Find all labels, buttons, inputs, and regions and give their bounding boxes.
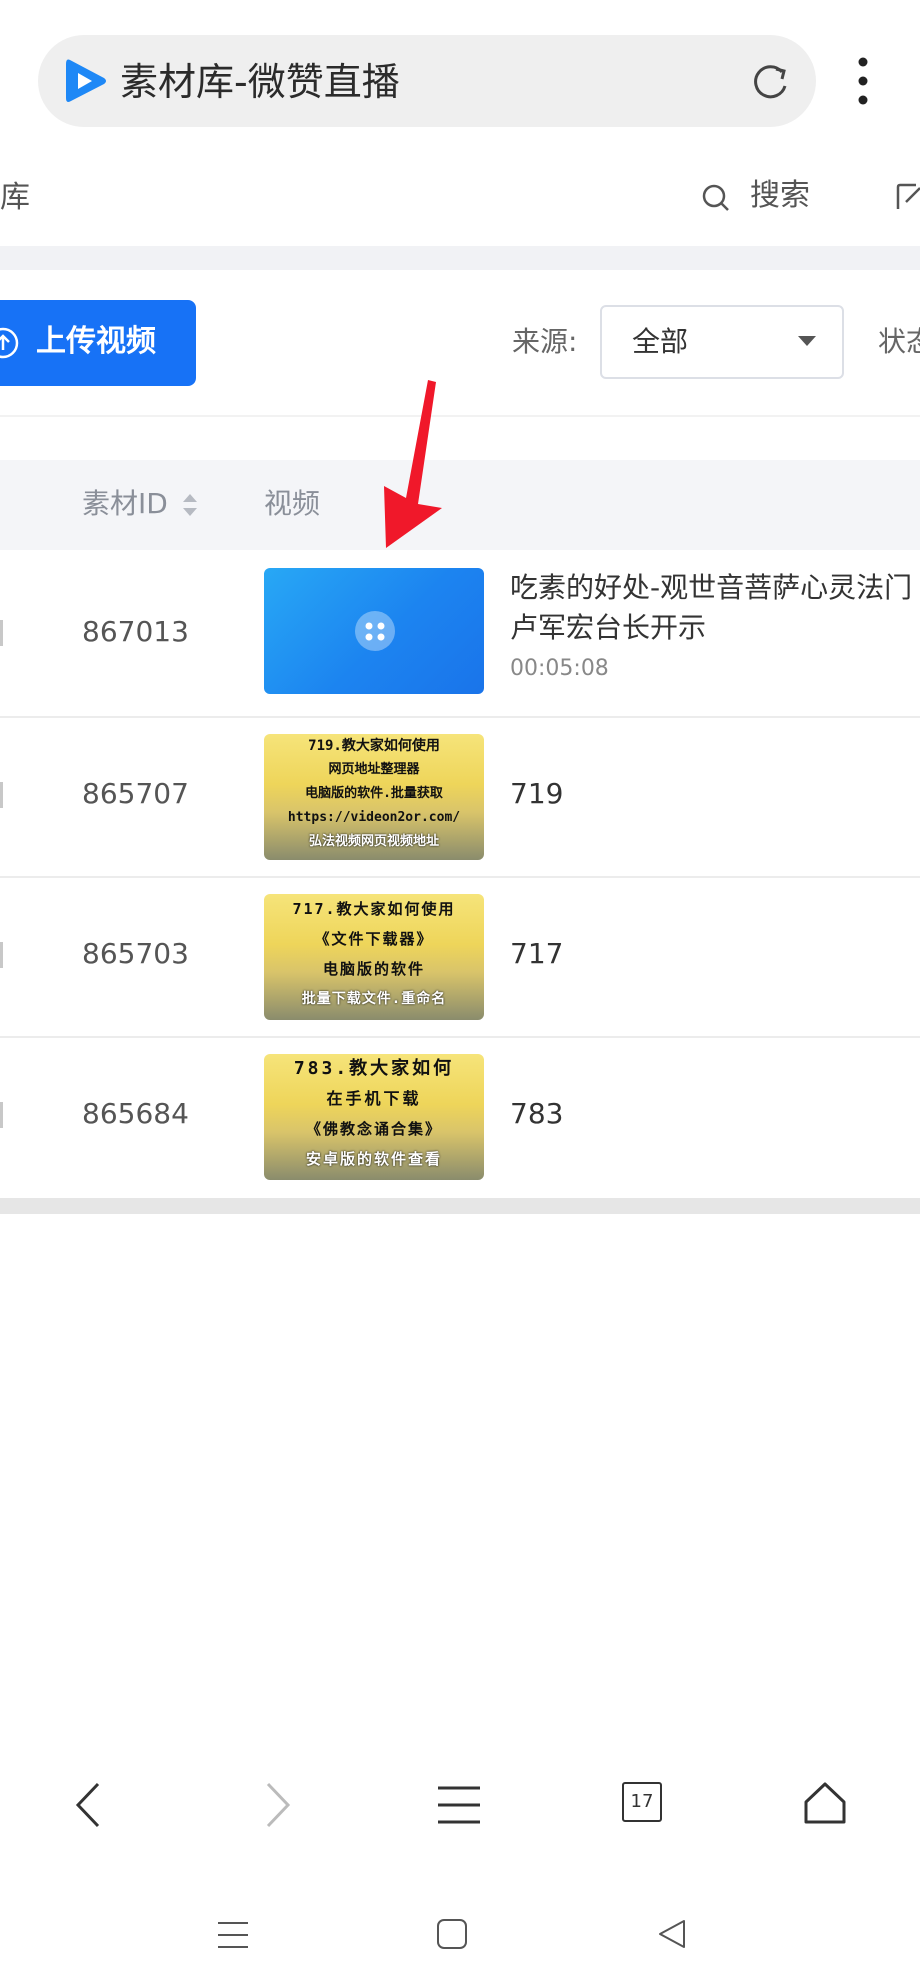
video-placeholder-icon	[355, 611, 395, 651]
system-home-icon[interactable]	[436, 1918, 468, 1950]
video-thumbnail[interactable]: 783.教大家如何 在手机下载 《佛教念诵合集》 安卓版的软件查看	[264, 1054, 484, 1180]
upload-video-label: 上传视频	[36, 324, 156, 359]
table-row[interactable]: 865703 717.教大家如何使用 《文件下载器》 电脑版的软件 批量下载文件…	[0, 876, 920, 1038]
source-select[interactable]: 全部	[600, 305, 844, 379]
library-tab-label[interactable]: 库	[0, 178, 30, 218]
thumbnail-text: 弘法视频网页视频地址	[308, 834, 439, 849]
system-back-icon[interactable]	[656, 1918, 688, 1950]
upload-icon	[0, 327, 19, 359]
search-icon[interactable]	[700, 182, 732, 214]
table-row[interactable]: 865707 719.教大家如何使用 网页地址整理器 电脑版的软件.批量获取 h…	[0, 716, 920, 878]
red-arrow-icon	[384, 380, 442, 548]
app-logo-icon	[66, 59, 106, 102]
row-checkbox[interactable]	[0, 620, 3, 646]
thumbnail-text: 《文件下载器》	[314, 930, 434, 948]
search-button[interactable]: 搜索	[750, 176, 810, 216]
thumbnail-text: 网页地址整理器	[328, 762, 420, 777]
reload-icon[interactable]	[748, 60, 792, 104]
upload-video-button[interactable]: 上传视频	[0, 300, 196, 386]
column-header-id[interactable]: 素材ID	[82, 484, 168, 524]
video-duration: 00:05:08	[510, 656, 609, 681]
section-divider	[0, 246, 920, 270]
table-row[interactable]: 867013 吃素的好处-观世音菩萨心灵法门 卢军宏台长开示 00:05:08	[0, 550, 920, 718]
thumbnail-text: 电脑版的软件	[322, 960, 425, 978]
thumbnail-text: 783.教大家如何	[293, 1058, 455, 1079]
row-checkbox[interactable]	[0, 942, 3, 968]
edit-icon[interactable]	[896, 182, 920, 212]
status-filter-label: 状态	[878, 325, 920, 358]
video-thumbnail[interactable]: 717.教大家如何使用 《文件下载器》 电脑版的软件 批量下载文件.重命名	[264, 894, 484, 1020]
video-title: 719	[510, 777, 564, 810]
thumbnail-text: 《佛教念诵合集》	[305, 1120, 442, 1138]
more-menu-icon[interactable]	[848, 55, 878, 107]
video-thumbnail[interactable]	[264, 568, 484, 694]
thumbnail-text: https://videon2or.com/	[287, 810, 461, 825]
video-title: 吃素的好处-观世音菩萨心灵法门	[510, 571, 913, 604]
row-checkbox[interactable]	[0, 1102, 3, 1128]
thumbnail-text: 安卓版的软件查看	[305, 1150, 442, 1168]
video-title-line2: 卢军宏台长开示	[510, 611, 707, 644]
thumbnail-text: 批量下载文件.重命名	[301, 991, 447, 1007]
row-id: 865707	[82, 777, 189, 810]
system-nav-bar	[0, 1880, 920, 1968]
sort-icon[interactable]	[180, 490, 200, 520]
tabs-button[interactable]: 17	[622, 1782, 662, 1822]
source-filter-label: 来源:	[512, 325, 578, 358]
row-checkbox[interactable]	[0, 782, 3, 808]
table-header: 素材ID 视频	[0, 460, 920, 550]
thumbnail-text: 719.教大家如何使用	[308, 738, 440, 754]
horizontal-scrollbar[interactable]	[0, 1198, 920, 1214]
column-header-video: 视频	[264, 487, 321, 520]
row-id: 865703	[82, 937, 189, 970]
thumbnail-text: 电脑版的软件.批量获取	[305, 786, 443, 801]
video-thumbnail[interactable]: 719.教大家如何使用 网页地址整理器 电脑版的软件.批量获取 https://…	[264, 734, 484, 860]
video-title: 717	[510, 937, 564, 970]
video-title: 783	[510, 1097, 564, 1130]
thumbnail-text: 在手机下载	[326, 1089, 422, 1108]
home-icon[interactable]	[802, 1780, 848, 1826]
page-title: 素材库-微赞直播	[120, 60, 400, 104]
caret-down-icon	[798, 336, 816, 346]
forward-icon[interactable]	[262, 1778, 294, 1832]
row-id: 867013	[82, 615, 189, 648]
back-icon[interactable]	[72, 1778, 104, 1832]
toolbar-divider	[0, 415, 920, 417]
browser-toolbar: 17	[0, 1730, 920, 1880]
source-select-value: 全部	[632, 325, 689, 358]
thumbnail-text: 717.教大家如何使用	[292, 900, 456, 918]
row-id: 865684	[82, 1097, 189, 1130]
menu-icon[interactable]	[436, 1782, 482, 1828]
system-menu-icon[interactable]	[216, 1920, 250, 1950]
table-row[interactable]: 865684 783.教大家如何 在手机下载 《佛教念诵合集》 安卓版的软件查看…	[0, 1036, 920, 1196]
